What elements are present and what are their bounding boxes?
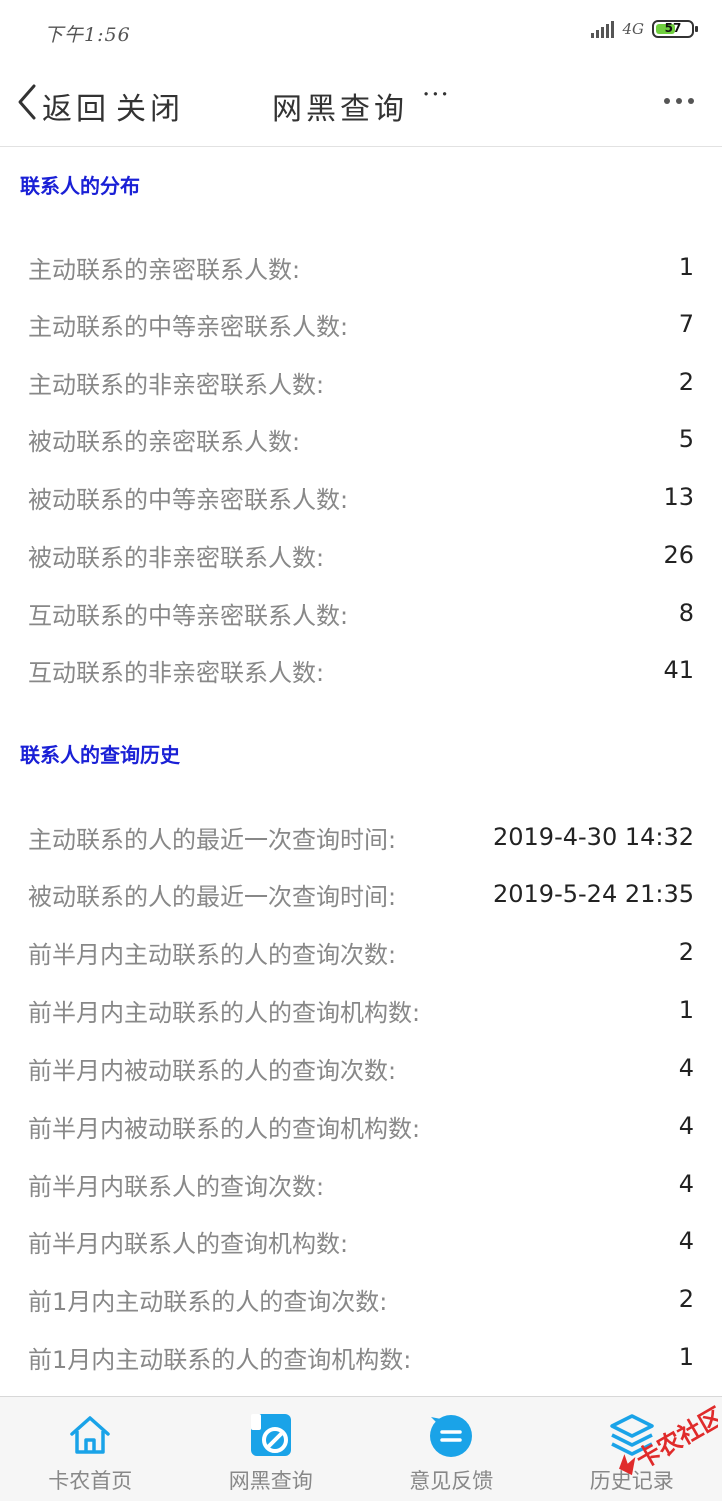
row-value: 1 <box>679 1343 694 1371</box>
title-ellipsis: ··· <box>422 80 450 110</box>
info-row: 被动联系的亲密联系人数: 5 <box>28 419 694 459</box>
info-row: 前半月内主动联系的人的查询次数: 2 <box>28 932 694 972</box>
row-label: 前半月内联系人的查询次数: <box>28 1167 324 1202</box>
status-indicators: 4G 57 <box>591 20 694 38</box>
more-options-icon[interactable] <box>664 98 694 104</box>
signal-icon <box>591 20 614 38</box>
row-value: 1 <box>679 253 694 281</box>
row-label: 前半月内被动联系的人的查询次数: <box>28 1051 396 1086</box>
row-label: 前半月内联系人的查询机构数: <box>28 1224 348 1259</box>
info-row: 主动联系的中等亲密联系人数: 7 <box>28 304 694 344</box>
row-label: 前半月内主动联系的人的查询次数: <box>28 935 396 970</box>
info-row: 被动联系的人的最近一次查询时间: 2019-5-24 21:35 <box>28 874 694 914</box>
row-value: 41 <box>663 656 694 684</box>
nav-bar: 返回 关闭 网黑查询 ··· <box>0 64 722 147</box>
tab-label: 历史记录 <box>542 1465 722 1495</box>
network-type: 4G <box>622 20 644 38</box>
page-title: 网黑查询 <box>272 84 408 128</box>
row-value: 26 <box>663 541 694 569</box>
row-label: 前1月内主动联系的人的查询次数: <box>28 1282 387 1317</box>
row-value: 4 <box>679 1227 694 1255</box>
row-label: 主动联系的非亲密联系人数: <box>28 365 324 400</box>
history-layers-icon <box>608 1411 656 1459</box>
home-icon <box>66 1411 114 1459</box>
info-row: 被动联系的非亲密联系人数: 26 <box>28 535 694 575</box>
row-value: 8 <box>679 599 694 627</box>
row-value: 2019-4-30 14:32 <box>493 823 694 851</box>
row-label: 互动联系的非亲密联系人数: <box>28 653 324 688</box>
info-row: 主动联系的人的最近一次查询时间: 2019-4-30 14:32 <box>28 817 694 857</box>
row-value: 2019-5-24 21:35 <box>493 880 694 908</box>
bottom-tab-bar: 卡农首页 网黑查询 意见反馈 历史记录 <box>0 1396 722 1501</box>
tab-blacklist-query[interactable]: 网黑查询 <box>181 1397 362 1501</box>
tab-home[interactable]: 卡农首页 <box>0 1397 181 1501</box>
close-button[interactable]: 关闭 <box>116 84 184 128</box>
tab-label: 意见反馈 <box>361 1465 542 1495</box>
back-button[interactable]: 返回 <box>42 84 110 128</box>
row-value: 2 <box>679 1285 694 1313</box>
tab-label: 网黑查询 <box>181 1465 362 1495</box>
row-label: 被动联系的中等亲密联系人数: <box>28 480 348 515</box>
row-label: 主动联系的亲密联系人数: <box>28 250 300 285</box>
blacklist-query-icon <box>247 1411 295 1459</box>
row-value: 2 <box>679 368 694 396</box>
info-row: 前半月内被动联系的人的查询次数: 4 <box>28 1048 694 1088</box>
tab-feedback[interactable]: 意见反馈 <box>361 1397 542 1501</box>
info-row: 前1月内主动联系的人的查询机构数: 1 <box>28 1337 694 1377</box>
feedback-icon <box>427 1411 475 1459</box>
row-label: 主动联系的人的最近一次查询时间: <box>28 820 396 855</box>
info-row: 前半月内被动联系的人的查询机构数: 4 <box>28 1106 694 1146</box>
row-value: 5 <box>679 425 694 453</box>
row-label: 主动联系的中等亲密联系人数: <box>28 307 348 342</box>
info-row: 前1月内主动联系的人的查询次数: 2 <box>28 1279 694 1319</box>
row-value: 4 <box>679 1170 694 1198</box>
row-label: 被动联系的人的最近一次查询时间: <box>28 877 396 912</box>
row-label: 前半月内被动联系的人的查询机构数: <box>28 1109 420 1144</box>
row-label: 前半月内主动联系的人的查询机构数: <box>28 993 420 1028</box>
info-row: 互动联系的中等亲密联系人数: 8 <box>28 593 694 633</box>
tab-label: 卡农首页 <box>0 1465 181 1495</box>
info-row: 主动联系的非亲密联系人数: 2 <box>28 362 694 402</box>
row-label: 互动联系的中等亲密联系人数: <box>28 596 348 631</box>
info-row: 前半月内联系人的查询机构数: 4 <box>28 1221 694 1261</box>
row-value: 1 <box>679 996 694 1024</box>
status-bar: 下午1:56 4G 57 <box>0 0 722 64</box>
row-value: 2 <box>679 938 694 966</box>
row-value: 7 <box>679 310 694 338</box>
section-title-contact-distribution: 联系人的分布 <box>20 170 140 199</box>
status-time: 下午1:56 <box>44 20 131 47</box>
battery-level: 57 <box>654 21 692 35</box>
info-row: 互动联系的非亲密联系人数: 41 <box>28 650 694 690</box>
battery-icon: 57 <box>652 20 694 38</box>
info-row: 主动联系的亲密联系人数: 1 <box>28 247 694 287</box>
row-value: 4 <box>679 1054 694 1082</box>
back-chevron-icon[interactable] <box>14 82 42 122</box>
tab-history[interactable]: 历史记录 <box>542 1397 722 1501</box>
row-label: 被动联系的亲密联系人数: <box>28 422 300 457</box>
info-row: 前半月内联系人的查询次数: 4 <box>28 1164 694 1204</box>
row-value: 4 <box>679 1112 694 1140</box>
info-row: 被动联系的中等亲密联系人数: 13 <box>28 477 694 517</box>
row-label: 被动联系的非亲密联系人数: <box>28 538 324 573</box>
section-title-contact-query-history: 联系人的查询历史 <box>20 739 180 768</box>
info-row: 前半月内主动联系的人的查询机构数: 1 <box>28 990 694 1030</box>
row-value: 13 <box>663 483 694 511</box>
row-label: 前1月内主动联系的人的查询机构数: <box>28 1340 411 1375</box>
